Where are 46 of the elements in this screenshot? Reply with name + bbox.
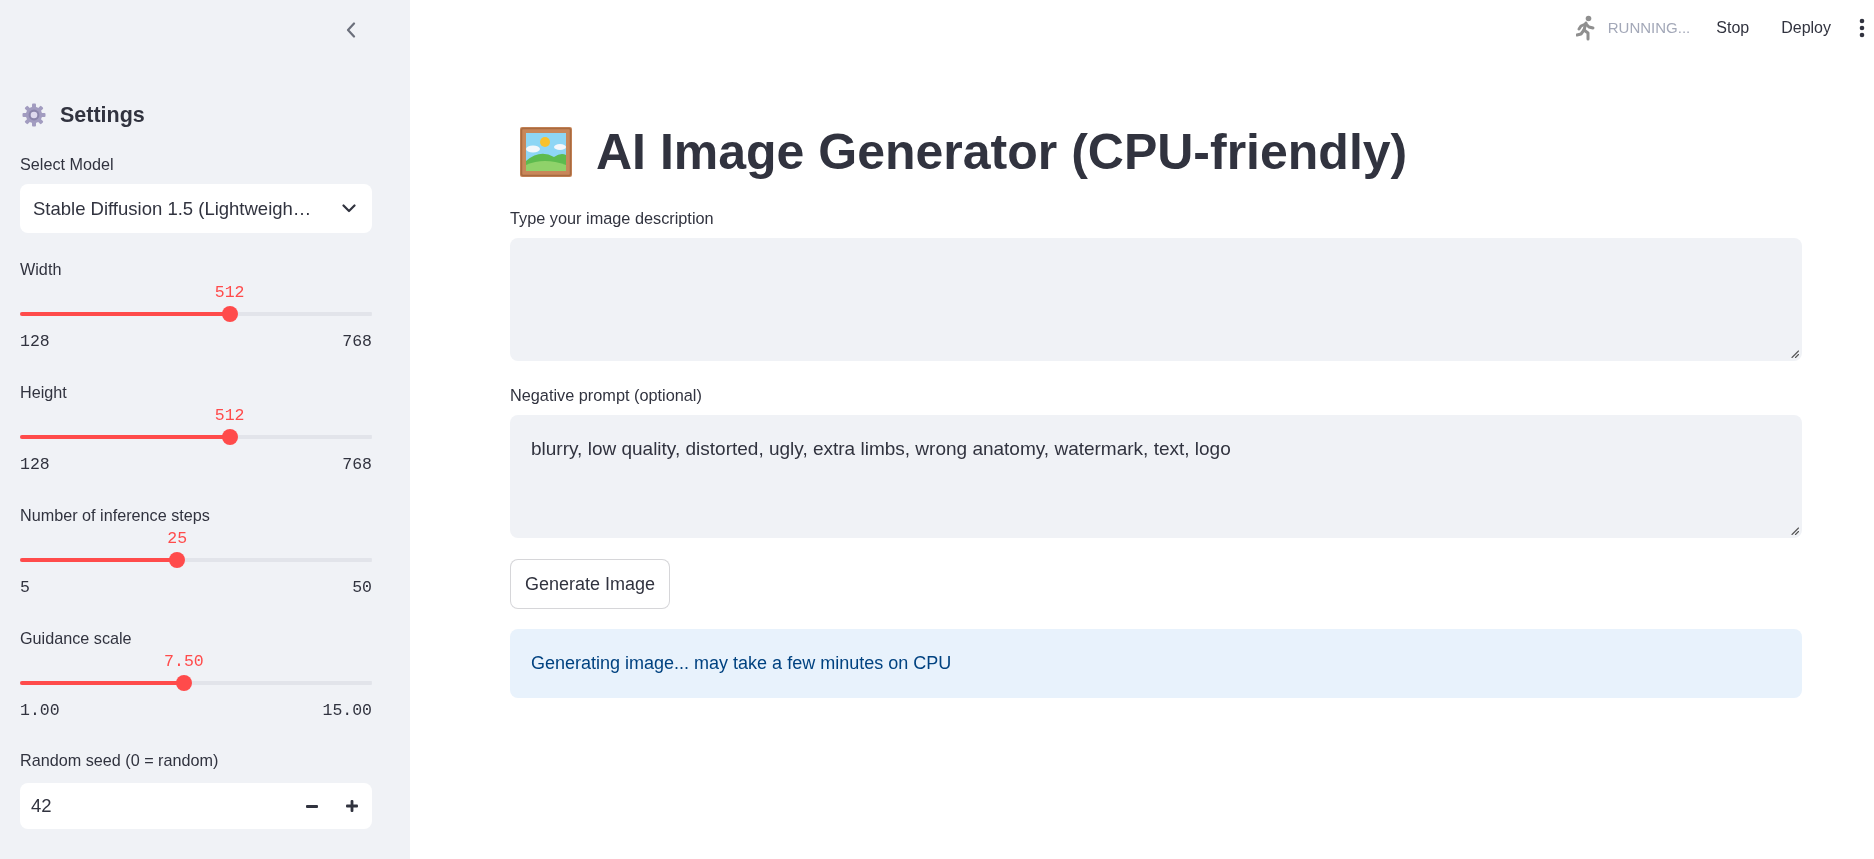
slider-value: 512 <box>214 283 245 303</box>
plus-icon <box>346 800 358 812</box>
slider-label: Guidance scale <box>20 628 132 648</box>
number-input[interactable]: 42 <box>20 783 292 829</box>
status-text: RUNNING... <box>1607 19 1691 36</box>
slider-thumb[interactable] <box>169 552 186 568</box>
sidebar-title: Settings <box>60 102 145 129</box>
slider-label: Number of inference steps <box>20 505 210 525</box>
more-options-icon[interactable] <box>1859 17 1865 38</box>
slider-thumb[interactable] <box>221 306 238 322</box>
slider-value: 7.50 <box>164 652 204 672</box>
prompt-field[interactable] <box>510 238 1802 361</box>
resize-handle-icon[interactable] <box>1791 350 1799 358</box>
slider-thumb[interactable] <box>175 675 192 691</box>
page-title: AI Image Generator (CPU-friendly) <box>596 123 1408 182</box>
field-label: Negative prompt (optional) <box>510 385 702 405</box>
info-message: Generating image... may take a few minutes on CPU <box>510 629 1802 698</box>
slider-value: 512 <box>214 406 245 426</box>
running-person-icon <box>1575 14 1596 41</box>
slider-max-label: 15.00 <box>322 701 372 721</box>
slider-min-label: 5 <box>20 578 30 598</box>
slider-thumb[interactable] <box>221 429 238 445</box>
slider-max-label: 768 <box>342 332 372 352</box>
slider-max-label: 768 <box>342 455 372 475</box>
slider-min-label: 1.00 <box>20 701 60 721</box>
minus-icon <box>306 804 318 808</box>
resize-handle-icon[interactable] <box>1791 527 1799 535</box>
slider-value: 25 <box>167 529 188 549</box>
stop-button[interactable]: Stop <box>1706 12 1760 43</box>
increment-button[interactable] <box>332 783 372 829</box>
negative-prompt-field[interactable]: blurry, low quality, distorted, ugly, extra limbs, wrong anatomy, watermark, text, logo <box>510 415 1802 538</box>
framed-picture-icon <box>520 127 572 177</box>
deploy-button[interactable]: Deploy <box>1771 12 1841 43</box>
generate-button[interactable]: Generate Image <box>510 559 671 609</box>
field-label: Random seed (0 = random) <box>20 750 219 770</box>
chevron-down-icon <box>342 204 356 213</box>
slider-label: Width <box>20 259 62 279</box>
model-select[interactable]: Stable Diffusion 1.5 (Lightweigh… <box>20 184 372 233</box>
slider-min-label: 128 <box>20 455 50 475</box>
field-label: Type your image description <box>510 208 714 228</box>
chevron-left-icon[interactable] <box>346 22 356 38</box>
slider-max-label: 50 <box>352 578 372 598</box>
slider-min-label: 128 <box>20 332 50 352</box>
gear-icon <box>22 103 46 127</box>
slider-label: Height <box>20 382 67 402</box>
field-label: Select Model <box>20 154 114 174</box>
